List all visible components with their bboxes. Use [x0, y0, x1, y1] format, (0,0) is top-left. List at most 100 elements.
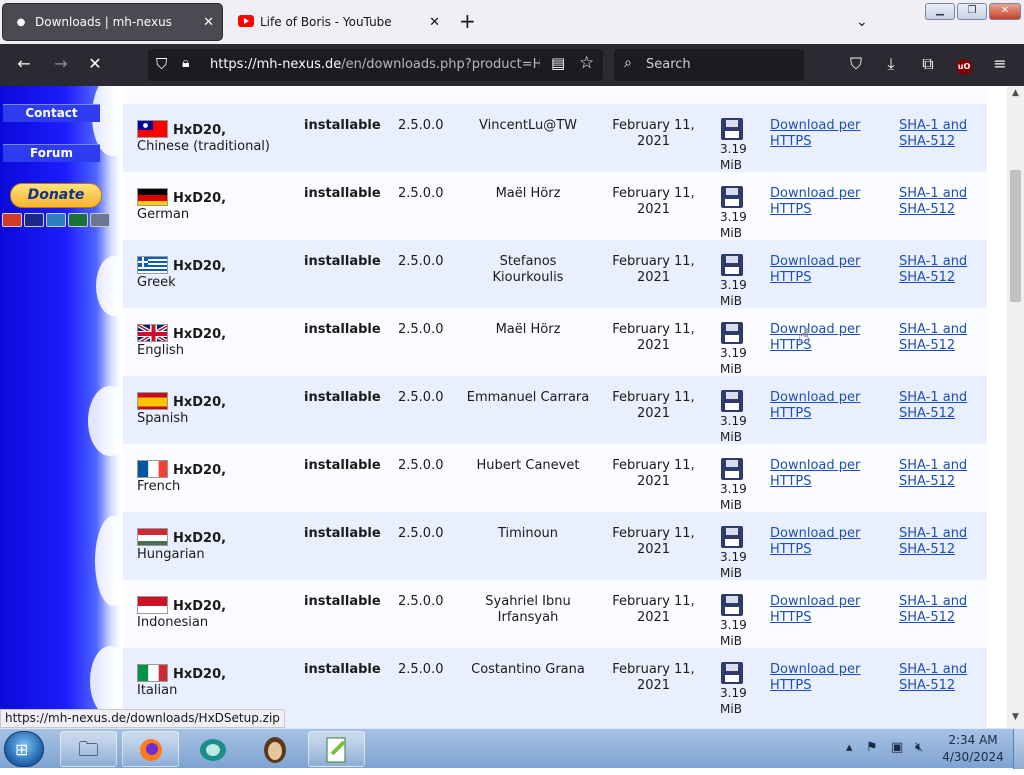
extensions-icon[interactable]: ⧉: [917, 54, 939, 74]
download-link[interactable]: Download per HTTPS: [770, 186, 860, 217]
search-input[interactable]: Search: [646, 57, 691, 72]
tab-youtube[interactable]: Life of Boris - YouTube ✕: [228, 4, 448, 40]
download-cell: Download per HTTPS: [770, 526, 870, 558]
show-desktop-button[interactable]: [1013, 729, 1024, 769]
notepadpp-taskbar-button[interactable]: [308, 731, 365, 767]
app-taskbar-button[interactable]: [184, 731, 241, 767]
downloads-icon[interactable]: ⤓: [880, 54, 902, 74]
hash-cell: SHA-1 and SHA-512: [899, 594, 979, 626]
hash-link[interactable]: SHA-1 and SHA-512: [899, 254, 967, 285]
visa-icon: [24, 213, 44, 227]
tab-bar: ● Downloads | mh-nexus ✕ Life of Boris -…: [0, 0, 1024, 44]
table-row: HxD20, Spanish installable 2.5.0.0 Emmanuel …: [123, 376, 987, 444]
hash-link[interactable]: SHA-1 and SHA-512: [899, 662, 967, 693]
close-tab-icon[interactable]: ✕: [203, 15, 214, 30]
product-name: HxD20,: [173, 327, 227, 342]
download-link[interactable]: Download per HTTPS: [770, 390, 860, 421]
address-bar[interactable]: ⛉ 🔒︎ https://mh-nexus.de/en/downloads.ph…: [148, 49, 603, 81]
hash-cell: SHA-1 and SHA-512: [899, 322, 979, 354]
download-link[interactable]: Download per HTTPS: [770, 322, 860, 353]
volume-muted-icon[interactable]: 🔇︎: [915, 740, 923, 755]
stop-loading-icon[interactable]: ✕: [84, 54, 106, 74]
minimize-button[interactable]: ▁: [925, 3, 955, 20]
hash-link[interactable]: SHA-1 and SHA-512: [899, 322, 967, 353]
table-row: HxD20, French installable 2.5.0.0 Hubert Can…: [123, 444, 987, 512]
scrollbar-thumb[interactable]: [1010, 170, 1021, 302]
download-cell: Download per HTTPS: [770, 254, 870, 286]
scroll-down-icon[interactable]: ▼: [1007, 712, 1024, 722]
bookmark-star-icon[interactable]: ☆: [579, 53, 594, 73]
close-tab-icon[interactable]: ✕: [429, 15, 440, 30]
app-taskbar-button[interactable]: [246, 731, 303, 767]
bank-icon: [90, 213, 110, 227]
hash-link[interactable]: SHA-1 and SHA-512: [899, 186, 967, 217]
file-size-cell: 3.19 MiB: [720, 458, 768, 513]
hash-link[interactable]: SHA-1 and SHA-512: [899, 594, 967, 625]
download-link[interactable]: Download per HTTPS: [770, 594, 860, 625]
action-center-flag-icon[interactable]: ⚑: [866, 740, 878, 755]
clock-date[interactable]: 4/30/2024: [940, 750, 1006, 764]
back-arrow-icon[interactable]: ←: [13, 54, 35, 74]
version: 2.5.0.0: [398, 186, 444, 201]
link-status-bar: https://mh-nexus.de/downloads/HxDSetup.z…: [0, 709, 285, 728]
sidebar-decoration: [96, 256, 120, 316]
show-hidden-icons-icon[interactable]: ▴: [846, 740, 853, 755]
product-name: HxD20,: [173, 123, 227, 138]
vertical-scrollbar[interactable]: ▲ ▼: [1007, 86, 1024, 728]
download-link[interactable]: Download per HTTPS: [770, 458, 860, 489]
donate-button[interactable]: Donate: [10, 183, 102, 208]
download-link[interactable]: Download per HTTPS: [770, 118, 860, 149]
tab-downloads[interactable]: ● Downloads | mh-nexus ✕: [3, 4, 222, 40]
file-explorer-taskbar-button[interactable]: 🗀: [60, 731, 117, 767]
close-window-button[interactable]: ✕: [989, 3, 1021, 20]
restore-button[interactable]: ❐: [957, 3, 987, 20]
version: 2.5.0.0: [398, 322, 444, 337]
ublock-origin-icon[interactable]: uO: [953, 54, 975, 75]
scroll-up-icon[interactable]: ▲: [1007, 88, 1024, 98]
reader-view-icon[interactable]: ▤: [551, 54, 565, 72]
product-name: HxD20,: [173, 191, 227, 206]
download-link[interactable]: Download per HTTPS: [770, 526, 860, 557]
release-date: February 11, 2021: [612, 458, 695, 489]
new-tab-button[interactable]: +: [459, 11, 476, 31]
download-cell: Download per HTTPS: [770, 390, 870, 422]
hash-link[interactable]: SHA-1 and SHA-512: [899, 118, 967, 149]
sidebar-link-contact[interactable]: Contact: [3, 104, 100, 122]
list-tabs-chevron-icon[interactable]: ⌄: [856, 14, 868, 30]
taskbar: ⊞ 🗀 ▴ ⚑ ▣ 🔇︎ 2:34 AM 4/30/2024: [0, 728, 1024, 769]
forward-arrow-icon[interactable]: →: [50, 54, 72, 74]
pocket-icon[interactable]: ⛉: [845, 54, 867, 74]
network-icon[interactable]: ▣: [891, 740, 903, 755]
download-link[interactable]: Download per HTTPS: [770, 662, 860, 693]
sidebar-decoration: [90, 646, 120, 716]
start-button[interactable]: ⊞: [4, 731, 44, 767]
jcb-icon: [68, 213, 88, 227]
floppy-disk-icon: [721, 186, 743, 208]
file-size: 3.19 MiB: [720, 686, 747, 716]
table-row: HxD20, Italian installable 2.5.0.0 Costantin…: [123, 648, 987, 716]
product-cell: HxD20, Chinese (traditional): [137, 120, 287, 155]
lock-icon[interactable]: 🔒︎: [182, 55, 189, 71]
release-date: February 11, 2021: [612, 186, 695, 217]
download-link[interactable]: Download per HTTPS: [770, 254, 860, 285]
product-name: HxD20,: [173, 599, 227, 614]
table-row: [123, 86, 987, 104]
install-kind: installable: [304, 526, 381, 541]
url-host: https://mh-nexus.de: [210, 57, 342, 72]
product-name: HxD20,: [173, 463, 227, 478]
language-name: German: [137, 207, 190, 222]
language-name: Chinese (traditional): [137, 139, 270, 154]
mastercard-icon: [2, 213, 22, 227]
hash-link[interactable]: SHA-1 and SHA-512: [899, 390, 967, 421]
product-cell: HxD20, English: [137, 324, 287, 359]
sidebar-link-forum[interactable]: Forum: [3, 144, 100, 162]
tracking-shield-icon[interactable]: ⛉: [156, 55, 167, 73]
search-box[interactable]: ⌕ Search: [614, 49, 804, 81]
hash-link[interactable]: SHA-1 and SHA-512: [899, 458, 967, 489]
hamburger-menu-icon[interactable]: ≡: [989, 54, 1011, 74]
firefox-taskbar-button[interactable]: [122, 731, 179, 767]
hash-link[interactable]: SHA-1 and SHA-512: [899, 526, 967, 557]
table-row: HxD20, German installable 2.5.0.0 Maël Hörz F…: [123, 172, 987, 240]
clock-time[interactable]: 2:34 AM: [940, 733, 1006, 747]
url-text[interactable]: https://mh-nexus.de/en/downloads.php?pro…: [210, 57, 540, 72]
